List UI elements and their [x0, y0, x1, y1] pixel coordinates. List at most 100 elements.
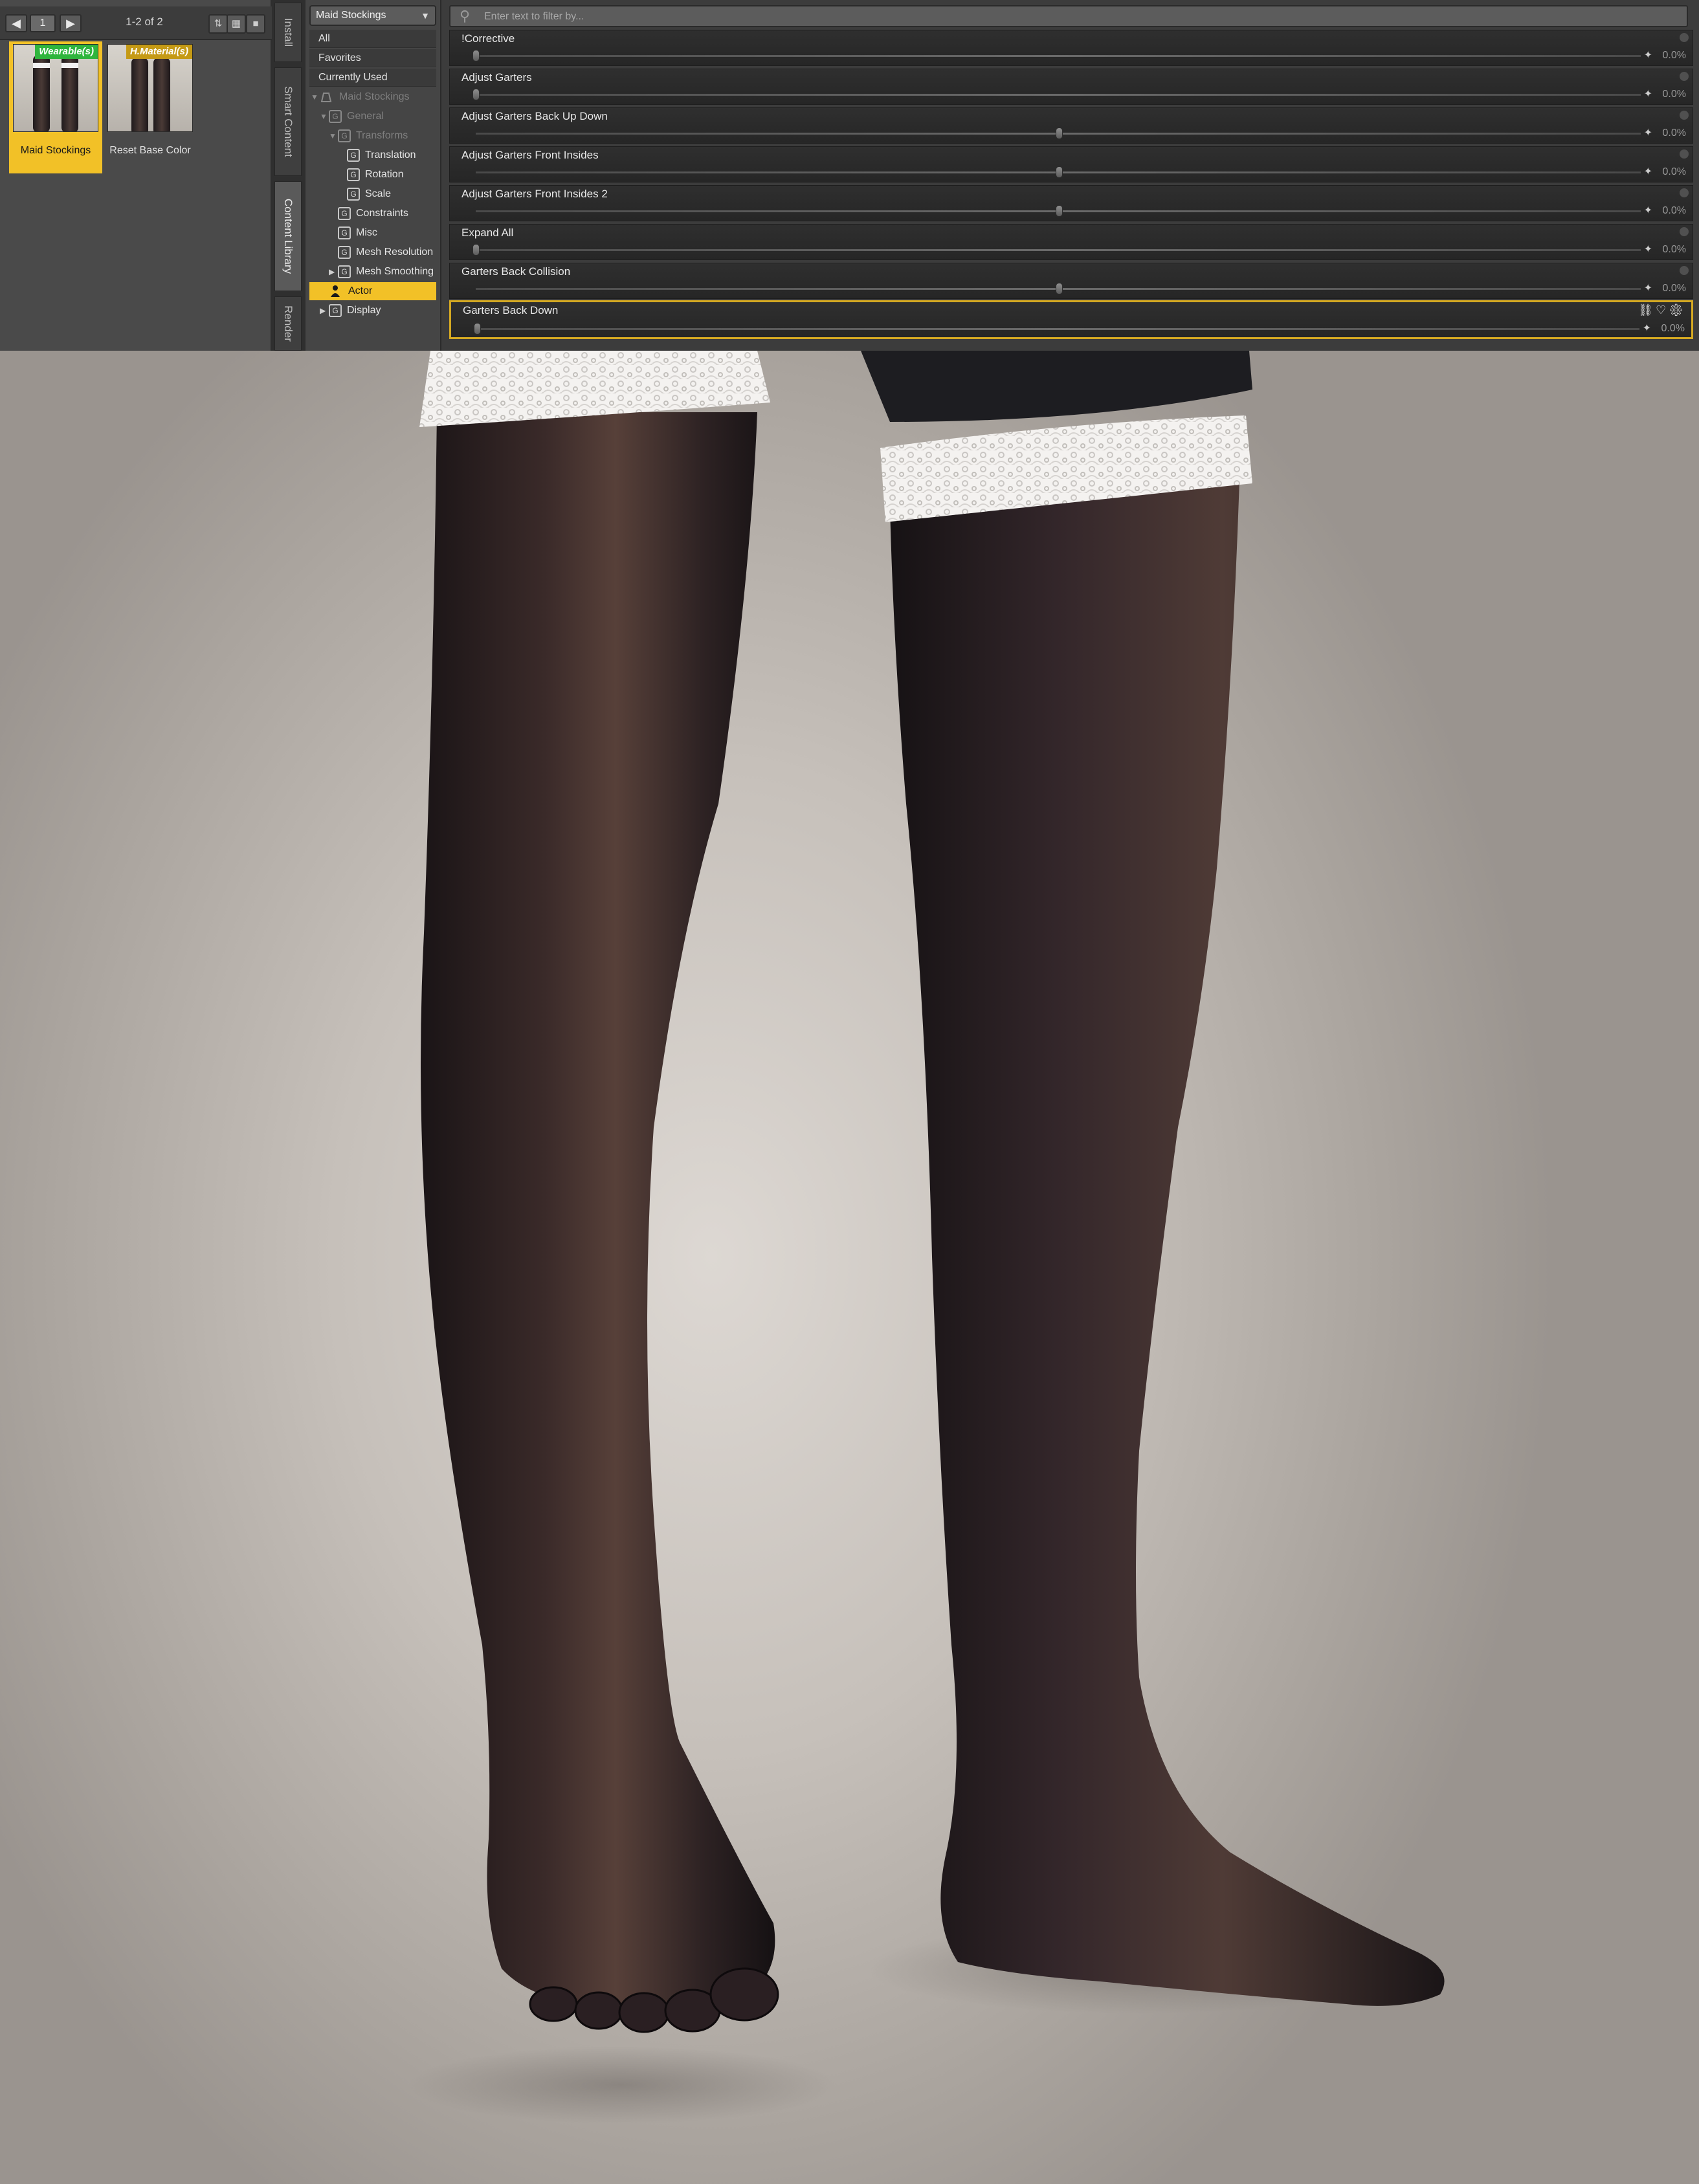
- param-key-icon[interactable]: ✦: [1644, 243, 1652, 256]
- param-slider-track[interactable]: [477, 328, 1639, 330]
- tab-install[interactable]: Install: [274, 3, 302, 62]
- tree-item-all[interactable]: All: [309, 30, 436, 48]
- param-value[interactable]: 0.0%: [1663, 89, 1686, 100]
- param-row[interactable]: Adjust Garters Back Up Down ✦ 0.0%: [449, 107, 1693, 144]
- filter-input[interactable]: [484, 8, 1649, 25]
- search-icon: ⚲: [460, 8, 471, 24]
- param-slider-thumb[interactable]: [1056, 205, 1063, 217]
- parameters-pane: ⚲ !Corrective ✦ 0.0% Adjust Garters ✦ 0.…: [441, 0, 1699, 351]
- param-row[interactable]: Adjust Garters ✦ 0.0%: [449, 69, 1693, 105]
- param-value[interactable]: 0.0%: [1663, 205, 1686, 217]
- tree-node-label: Mesh Smoothing: [356, 266, 434, 277]
- param-option-dot[interactable]: [1680, 266, 1689, 275]
- param-value[interactable]: 0.0%: [1663, 50, 1686, 61]
- content-browser-pane: ◀ 1 ▶ 1-2 of 2 ⇅ ▦ ■ Wearable(s) Maid St…: [0, 0, 272, 351]
- param-key-icon[interactable]: ✦: [1644, 204, 1652, 217]
- tree-node-label: Actor: [348, 285, 373, 296]
- expand-arrow-icon[interactable]: ▶: [320, 302, 329, 320]
- tree-node-mesh-smoothing[interactable]: ▶ G Mesh Smoothing: [309, 263, 436, 281]
- param-value[interactable]: 0.0%: [1663, 166, 1686, 178]
- param-option-dot[interactable]: [1680, 149, 1689, 159]
- group-icon: G: [329, 303, 342, 317]
- param-slider-thumb[interactable]: [1056, 283, 1063, 294]
- expand-arrow-icon[interactable]: ▼: [329, 127, 338, 145]
- param-option-dot[interactable]: [1680, 111, 1689, 120]
- param-slider-track[interactable]: [476, 55, 1641, 57]
- param-slider-thumb[interactable]: [472, 50, 480, 61]
- heart-icon[interactable]: ♡: [1656, 303, 1669, 316]
- param-name: Garters Back Down: [463, 304, 559, 316]
- tree-node-display[interactable]: ▶ G Display: [309, 302, 436, 320]
- param-name: !Corrective: [461, 32, 515, 45]
- param-row[interactable]: Adjust Garters Front Insides 2 ✦ 0.0%: [449, 185, 1693, 221]
- arrow-right-icon[interactable]: ▶: [60, 14, 82, 32]
- tree-item-favorites[interactable]: Favorites: [309, 49, 436, 67]
- sort-arrows-icon[interactable]: ⇅: [208, 14, 228, 34]
- param-row-selected[interactable]: Garters Back Down ⛓♡⚙ ✦ 0.0%: [449, 300, 1693, 339]
- node-selector-dropdown[interactable]: Maid Stockings ▼: [309, 5, 436, 26]
- left-leg: [421, 412, 775, 2012]
- arrow-left-icon[interactable]: ◀: [5, 14, 27, 32]
- tree-node-actor[interactable]: Actor: [309, 282, 436, 300]
- tree-node-scale[interactable]: G Scale: [309, 185, 436, 203]
- param-slider-track[interactable]: [476, 94, 1641, 96]
- tree-node-translation[interactable]: G Translation: [309, 146, 436, 164]
- param-option-dot[interactable]: [1680, 188, 1689, 197]
- param-key-icon[interactable]: ✦: [1643, 322, 1651, 335]
- param-name: Garters Back Collision: [461, 265, 571, 278]
- tree-item-currently-used[interactable]: Currently Used: [309, 69, 436, 87]
- expand-arrow-icon[interactable]: ▶: [329, 263, 338, 281]
- content-tile-reset-base-color[interactable]: H.Material(s) Reset Base Color: [104, 41, 197, 173]
- param-slider-thumb[interactable]: [1056, 127, 1063, 139]
- content-tile-maid-stockings[interactable]: Wearable(s) Maid Stockings: [9, 41, 102, 173]
- tab-content-library[interactable]: Content Library: [274, 181, 302, 291]
- param-slider-thumb[interactable]: [1056, 166, 1063, 178]
- param-value[interactable]: 0.0%: [1663, 244, 1686, 256]
- tree-node-constraints[interactable]: G Constraints: [309, 204, 436, 223]
- tab-label: Install: [282, 17, 294, 47]
- tile-label: Maid Stockings: [20, 145, 91, 156]
- tab-render[interactable]: Render: [274, 296, 302, 351]
- expand-arrow-icon[interactable]: ▼: [311, 88, 320, 106]
- gear-icon[interactable]: ⚙: [1669, 303, 1686, 316]
- chevron-down-icon: ▼: [421, 10, 430, 21]
- group-icon: G: [338, 129, 351, 142]
- param-slider-thumb[interactable]: [474, 323, 481, 335]
- param-value[interactable]: 0.0%: [1663, 127, 1686, 139]
- page-number-field[interactable]: 1: [30, 14, 56, 32]
- link-icon[interactable]: ⛓: [1638, 303, 1656, 316]
- param-slider-thumb[interactable]: [472, 244, 480, 256]
- param-key-icon[interactable]: ✦: [1644, 49, 1652, 61]
- list-view-icon[interactable]: ■: [246, 14, 265, 34]
- param-option-dot[interactable]: [1680, 227, 1689, 236]
- tree-node-mesh-resolution[interactable]: G Mesh Resolution: [309, 243, 436, 261]
- thumbnail-leg: [153, 58, 170, 131]
- tab-smart-content[interactable]: Smart Content: [274, 67, 302, 176]
- floor-shadow: [408, 2046, 835, 2124]
- grid-view-icon[interactable]: ▦: [227, 14, 246, 34]
- param-row[interactable]: !Corrective ✦ 0.0%: [449, 30, 1693, 66]
- param-key-icon[interactable]: ✦: [1644, 281, 1652, 294]
- param-row[interactable]: Garters Back Collision ✦ 0.0%: [449, 263, 1693, 299]
- param-key-icon[interactable]: ✦: [1644, 87, 1652, 100]
- param-value[interactable]: 0.0%: [1663, 283, 1686, 294]
- tab-label: Smart Content: [282, 86, 294, 157]
- param-option-dot[interactable]: [1680, 33, 1689, 42]
- param-key-icon[interactable]: ✦: [1644, 126, 1652, 139]
- param-slider-track[interactable]: [476, 249, 1641, 251]
- param-slider-thumb[interactable]: [472, 89, 480, 100]
- param-value[interactable]: 0.0%: [1661, 323, 1685, 335]
- tree-node-general[interactable]: ▼ G General: [309, 107, 436, 126]
- tree-node-misc[interactable]: G Misc: [309, 224, 436, 242]
- tree-node-transforms[interactable]: ▼ G Transforms: [309, 127, 436, 145]
- param-key-icon[interactable]: ✦: [1644, 165, 1652, 178]
- param-row[interactable]: Expand All ✦ 0.0%: [449, 224, 1693, 260]
- expand-arrow-icon[interactable]: ▼: [320, 107, 329, 126]
- wearable-badge: Wearable(s): [35, 45, 98, 59]
- tree-node-root[interactable]: ▼ Maid Stockings: [309, 88, 436, 106]
- param-option-dot[interactable]: [1680, 72, 1689, 81]
- param-row-actions: ⛓♡⚙: [1638, 303, 1686, 317]
- tree-node-rotation[interactable]: G Rotation: [309, 166, 436, 184]
- param-row[interactable]: Adjust Garters Front Insides ✦ 0.0%: [449, 146, 1693, 182]
- material-badge: H.Material(s): [126, 45, 192, 59]
